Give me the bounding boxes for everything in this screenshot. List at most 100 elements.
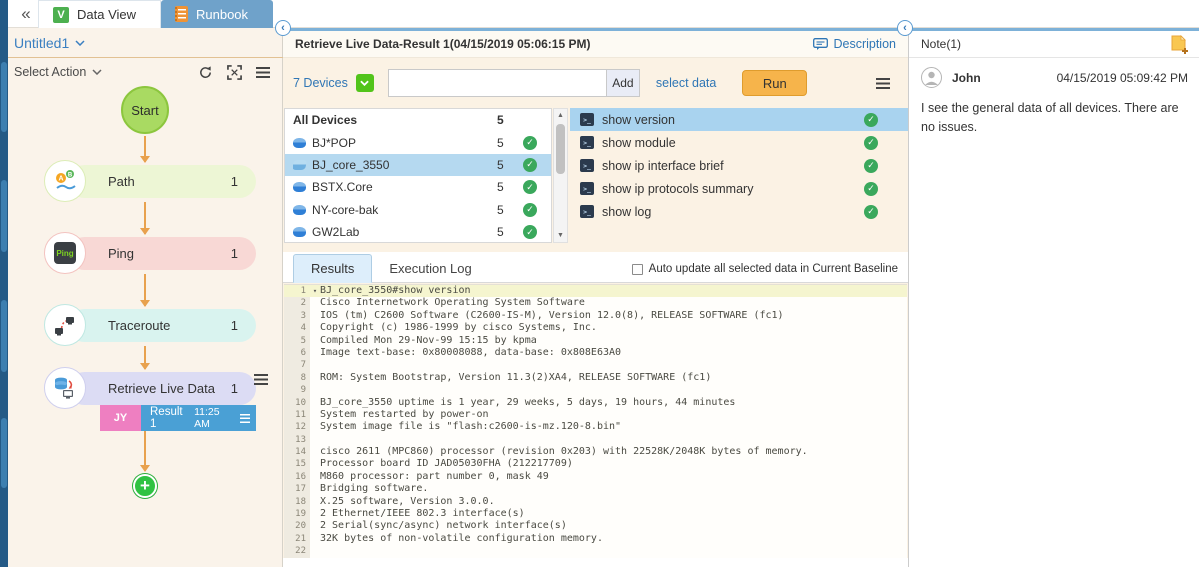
- add-note-icon[interactable]: [1171, 35, 1188, 54]
- code-line: 8 ▾ ROM: System Bootstrap, Version 11.3(…: [284, 372, 907, 384]
- refresh-icon[interactable]: [198, 65, 213, 80]
- node-menu-icon[interactable]: [254, 374, 268, 385]
- scroll-thumb[interactable]: [556, 124, 565, 174]
- code-line: 10 ▾ BJ_core_3550 uptime is 1 year, 29 w…: [284, 397, 907, 409]
- success-check-icon: ✓: [523, 136, 537, 150]
- svg-text:B: B: [68, 173, 73, 179]
- line-number: 17: [284, 483, 310, 495]
- command-row[interactable]: >_ show module ✓: [570, 131, 908, 154]
- run-button[interactable]: Run: [742, 70, 807, 96]
- add-node-button[interactable]: +: [133, 474, 157, 498]
- select-action-label: Select Action: [14, 65, 86, 79]
- all-devices-count: 5: [497, 113, 523, 127]
- comment-icon: [813, 38, 828, 50]
- code-line: 15 ▾ Processor board ID JAD05030FHA (212…: [284, 458, 907, 470]
- terminal-icon: >_: [580, 113, 594, 126]
- flow-node-ping[interactable]: Ping Ping 1: [68, 237, 256, 270]
- line-number: 18: [284, 496, 310, 508]
- code-line: 1 ▾ BJ_core_3550#show version: [284, 285, 907, 297]
- line-text: ROM: System Bootstrap, Version 11.3(2)XA…: [320, 372, 711, 384]
- flow-node-traceroute[interactable]: Traceroute 1: [68, 309, 256, 342]
- auto-update-label: Auto update all selected data in Current…: [649, 263, 898, 275]
- device-count: 5: [497, 203, 523, 217]
- command-row[interactable]: >_ show log ✓: [570, 200, 908, 223]
- menu-icon[interactable]: [256, 67, 270, 78]
- device-row[interactable]: BSTX.Core 5 ✓: [285, 176, 551, 198]
- auto-update-checkbox[interactable]: [632, 264, 643, 275]
- collapse-panel-icon[interactable]: «: [14, 2, 38, 26]
- retrieve-live-data-icon: [44, 367, 86, 409]
- device-icon: [293, 138, 306, 148]
- strip-segment[interactable]: [1, 418, 7, 488]
- flow-node-path[interactable]: A B Path 1: [68, 165, 256, 198]
- note-panel-title: Note(1): [921, 37, 961, 51]
- terminal-icon: >_: [580, 205, 594, 218]
- line-text: System image file is "flash:c2600-is-mz.…: [320, 421, 621, 433]
- main-panel-collapse-handle[interactable]: ‹: [275, 20, 291, 36]
- line-text: Copyright (c) 1986-1999 by cisco Systems…: [320, 322, 597, 334]
- panel-menu-icon[interactable]: [876, 78, 890, 89]
- command-row[interactable]: >_ show ip protocols summary ✓: [570, 177, 908, 200]
- line-number: 16: [284, 471, 310, 483]
- device-count: 5: [497, 225, 523, 239]
- note-panel-collapse-handle[interactable]: ‹: [897, 20, 913, 36]
- note-body: I see the general data of all devices. T…: [921, 99, 1191, 138]
- command-row[interactable]: >_ show ip interface brief ✓: [570, 154, 908, 177]
- device-row[interactable]: BJ_core_3550 5 ✓: [285, 154, 551, 176]
- device-count: 5: [497, 180, 523, 194]
- runbook-title-dropdown[interactable]: Untitled1: [14, 35, 85, 51]
- collapsed-sidebar-strip[interactable]: [0, 0, 8, 567]
- tab-runbook-label: Runbook: [196, 7, 248, 22]
- device-row[interactable]: NY-core-bak 5 ✓: [285, 199, 551, 221]
- node-count: 1: [231, 318, 238, 333]
- line-number: 15: [284, 458, 310, 470]
- result-menu-icon[interactable]: [240, 414, 250, 423]
- tab-execution-log[interactable]: Execution Log: [372, 255, 488, 282]
- flow-arrow: [144, 431, 146, 471]
- select-data-link[interactable]: select data: [656, 76, 716, 90]
- add-command-button[interactable]: Add: [607, 69, 640, 97]
- line-number: 12: [284, 421, 310, 433]
- flow-node-retrieve-live-data[interactable]: Retrieve Live Data 1: [68, 372, 256, 405]
- tab-runbook[interactable]: Runbook: [161, 0, 273, 28]
- fullscreen-icon[interactable]: [227, 65, 242, 80]
- result-row[interactable]: JY Result 1 11:25 AM: [100, 405, 256, 431]
- node-label: Path: [108, 174, 231, 189]
- node-label: Traceroute: [108, 318, 231, 333]
- command-input[interactable]: [388, 69, 607, 97]
- device-list-scrollbar[interactable]: ▲ ▼: [553, 108, 568, 243]
- flow-arrow: [144, 136, 146, 162]
- device-list-header: All Devices 5: [285, 109, 551, 131]
- select-action-dropdown[interactable]: Select Action: [14, 65, 102, 79]
- tab-data-view[interactable]: V Data View: [38, 0, 161, 28]
- devices-count-link[interactable]: 7 Devices: [293, 76, 348, 90]
- device-row[interactable]: GW2Lab 5 ✓: [285, 221, 551, 243]
- strip-segment[interactable]: [1, 300, 7, 372]
- scroll-down-icon[interactable]: ▼: [557, 229, 564, 242]
- scroll-up-icon[interactable]: ▲: [557, 109, 564, 122]
- command-row[interactable]: >_ show version ✓: [570, 108, 908, 131]
- flow-start-node[interactable]: Start: [121, 86, 169, 134]
- runbook-icon: [175, 6, 188, 22]
- strip-segment[interactable]: [1, 62, 7, 132]
- code-line: 5 ▾ Compiled Mon 29-Nov-99 15:15 by kpma: [284, 335, 907, 347]
- code-line: 18 ▾ X.25 software, Version 3.0.0.: [284, 496, 907, 508]
- command-output[interactable]: 1 ▾ BJ_core_3550#show version 2 ▾ Cisco …: [284, 284, 907, 558]
- flow-arrow: [144, 274, 146, 306]
- line-text: BJ_core_3550#show version: [320, 285, 471, 297]
- success-check-icon: ✓: [523, 158, 537, 172]
- description-link[interactable]: Description: [813, 37, 896, 51]
- tab-results[interactable]: Results: [293, 254, 372, 283]
- code-line: 20 ▾ 2 Serial(sync/async) network interf…: [284, 520, 907, 532]
- device-row[interactable]: BJ*POP 5 ✓: [285, 131, 551, 153]
- strip-segment[interactable]: [1, 180, 7, 252]
- devices-dropdown-button[interactable]: [356, 74, 374, 92]
- command-label: show version: [602, 113, 675, 127]
- line-number: 21: [284, 533, 310, 545]
- line-number: 19: [284, 508, 310, 520]
- code-line: 2 ▾ Cisco Internetwork Operating System …: [284, 297, 907, 309]
- device-icon: [293, 205, 306, 215]
- code-line: 9 ▾: [284, 384, 907, 396]
- result-panel-title: Retrieve Live Data-Result 1(04/15/2019 0…: [295, 37, 590, 51]
- collapse-caret-icon[interactable]: ▾: [310, 285, 320, 297]
